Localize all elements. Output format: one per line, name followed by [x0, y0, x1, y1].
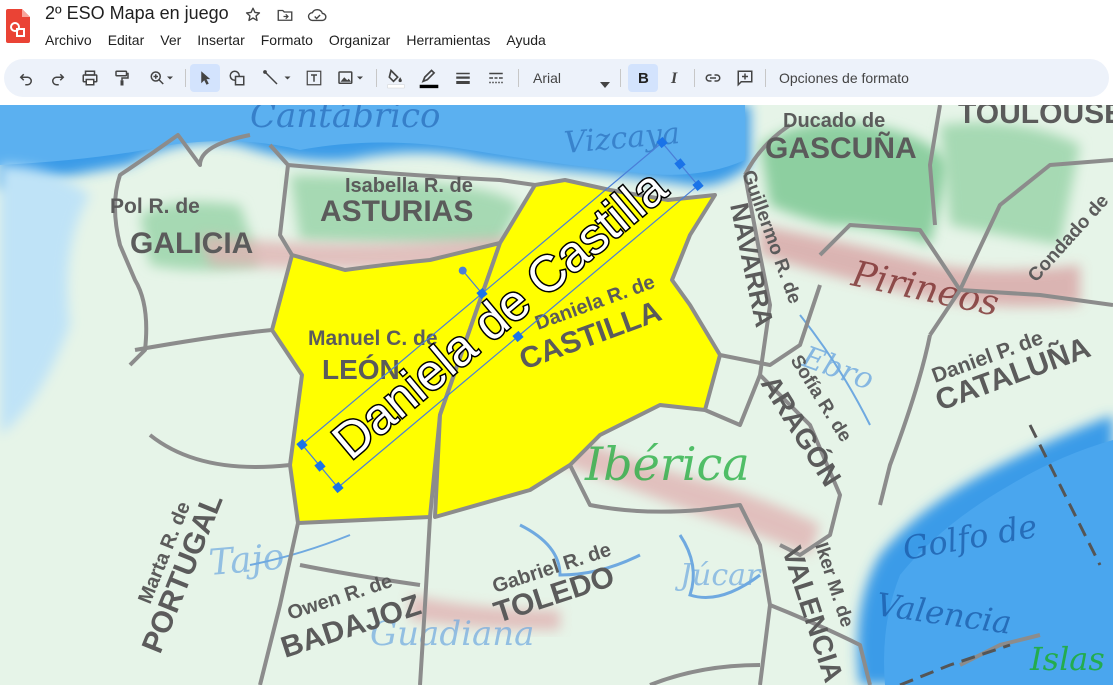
label-gascuna: GASCUÑA: [765, 131, 917, 165]
italic-icon[interactable]: I: [663, 64, 687, 92]
toolbar-divider: [694, 69, 695, 87]
toolbar-divider: [185, 69, 186, 87]
toolbar-divider: [620, 69, 621, 87]
label-galicia-owner: Pol R. de: [110, 195, 200, 218]
select-icon[interactable]: [190, 64, 220, 92]
menu-bar: Archivo Editar Ver Insertar Formato Orga…: [37, 30, 554, 50]
image-icon[interactable]: [332, 64, 370, 92]
menu-formato[interactable]: Formato: [253, 30, 321, 50]
slides-logo-icon[interactable]: [5, 8, 31, 44]
menu-archivo[interactable]: Archivo: [37, 30, 100, 50]
map-label-tajo: Tajo: [207, 537, 286, 584]
border-weight-icon[interactable]: [451, 64, 475, 92]
slide-canvas[interactable]: Cantábrico Vizcaya Pirineos Ebro Ibérica…: [0, 105, 1113, 685]
map-label-islas: Islas: [1029, 640, 1105, 678]
svg-text:B: B: [638, 70, 649, 86]
menu-organizar[interactable]: Organizar: [321, 30, 398, 50]
label-toulouse: TOULOUSE: [958, 105, 1113, 130]
paint-format-icon[interactable]: [110, 64, 134, 92]
map-label-jucar: Júcar: [674, 558, 762, 593]
font-family-label: Arial: [533, 70, 562, 86]
toolbar-divider: [518, 69, 519, 87]
border-color-icon[interactable]: [416, 64, 442, 92]
map-label-iberica: Ibérica: [584, 437, 750, 491]
cloud-saved-icon[interactable]: [307, 6, 327, 24]
menu-editar[interactable]: Editar: [100, 30, 153, 50]
print-icon[interactable]: [78, 64, 102, 92]
menu-herramientas[interactable]: Herramientas: [398, 30, 498, 50]
line-icon[interactable]: [256, 64, 298, 92]
format-options-button[interactable]: Opciones de formato: [771, 64, 917, 92]
fill-color-icon[interactable]: [384, 64, 408, 92]
map-image: Cantábrico Vizcaya Pirineos Ebro Ibérica…: [0, 105, 1113, 685]
svg-text:I: I: [670, 70, 678, 86]
toolbar-divider: [765, 69, 766, 87]
label-galicia: GALICIA: [130, 227, 253, 260]
zoom-icon[interactable]: [142, 64, 180, 92]
map-label-cantabrico: Cantábrico: [250, 105, 441, 136]
menu-ver[interactable]: Ver: [152, 30, 189, 50]
link-icon[interactable]: [701, 64, 725, 92]
label-gascuna-owner: Ducado de: [783, 110, 885, 132]
shape-icon[interactable]: [225, 64, 249, 92]
toolbar: Arial B I Opciones de formato: [4, 59, 1109, 97]
font-family-select[interactable]: Arial: [524, 64, 616, 92]
chevron-down-icon: [600, 75, 610, 93]
border-dash-icon[interactable]: [484, 64, 508, 92]
comment-icon[interactable]: [733, 64, 757, 92]
undo-icon[interactable]: [14, 64, 38, 92]
bold-icon[interactable]: B: [628, 64, 658, 92]
menu-insertar[interactable]: Insertar: [189, 30, 252, 50]
menu-ayuda[interactable]: Ayuda: [498, 30, 553, 50]
toolbar-divider: [376, 69, 377, 87]
title-bar: 2º ESO Mapa en juego Archivo Editar Ver …: [0, 0, 1113, 58]
star-icon[interactable]: [244, 6, 262, 24]
label-asturias: ASTURIAS: [320, 195, 473, 228]
move-folder-icon[interactable]: [276, 6, 294, 24]
document-title[interactable]: 2º ESO Mapa en juego: [45, 3, 229, 24]
textbox-icon[interactable]: [302, 64, 326, 92]
redo-icon[interactable]: [46, 64, 70, 92]
label-asturias-owner: Isabella R. de: [345, 175, 473, 197]
